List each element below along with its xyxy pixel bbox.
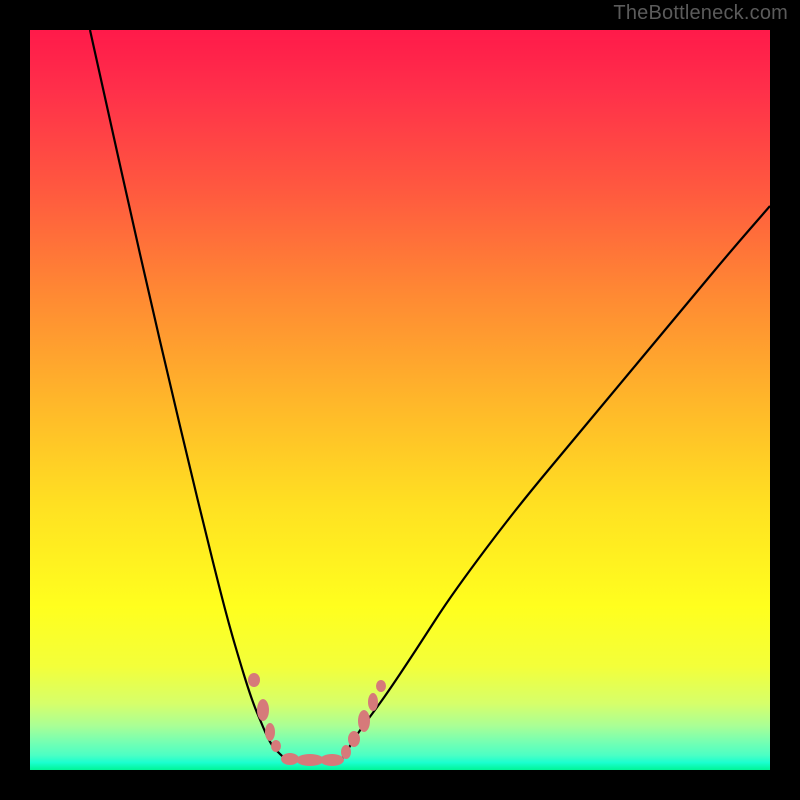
data-marker <box>348 731 360 747</box>
data-marker <box>296 754 324 766</box>
watermark-text: TheBottleneck.com <box>613 2 788 25</box>
plot-area <box>30 30 770 770</box>
marker-group <box>248 673 386 766</box>
curve-layer <box>30 30 770 770</box>
right-curve <box>342 206 770 759</box>
data-marker <box>341 745 351 759</box>
chart-frame: TheBottleneck.com <box>0 0 800 800</box>
data-marker <box>376 680 386 692</box>
data-marker <box>265 723 275 741</box>
left-curve <box>90 30 286 759</box>
data-marker <box>320 754 344 766</box>
data-marker <box>257 699 269 721</box>
data-marker <box>368 693 378 711</box>
data-marker <box>358 710 370 732</box>
data-marker <box>248 673 260 687</box>
data-marker <box>271 740 281 752</box>
